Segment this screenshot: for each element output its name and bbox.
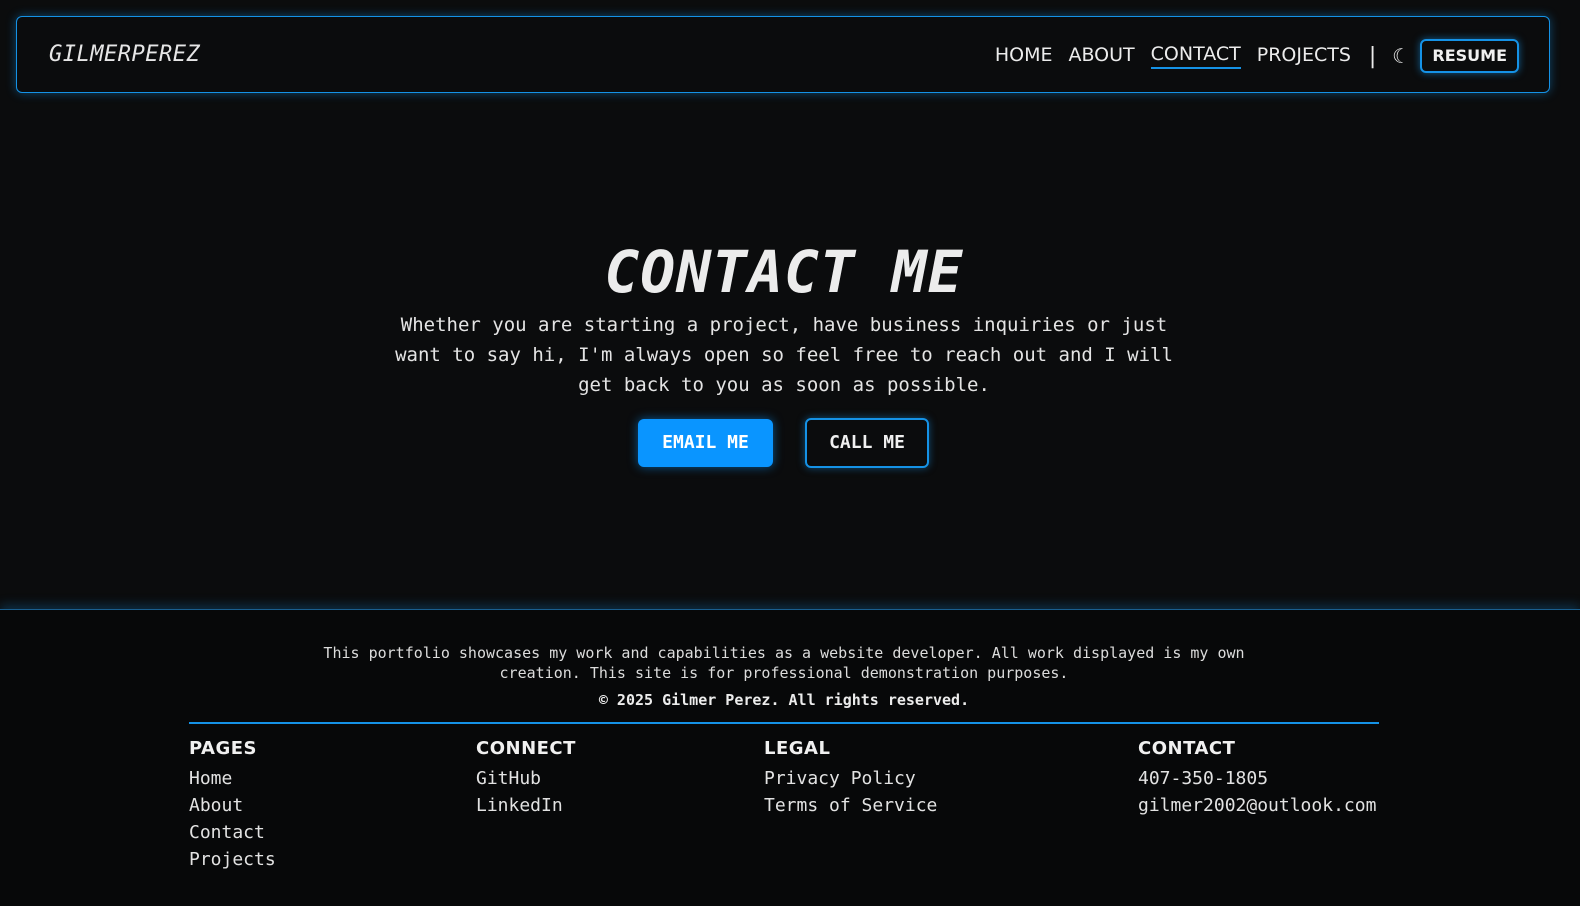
footer-link-terms-of-service[interactable]: Terms of Service <box>764 792 937 819</box>
nav-link-projects[interactable]: PROJECTS <box>1257 44 1351 68</box>
footer: This portfolio showcases my work and cap… <box>0 609 1580 906</box>
footer-link-privacy-policy[interactable]: Privacy Policy <box>764 765 937 792</box>
footer-phone-link[interactable]: 407-350-1805 <box>1138 765 1376 792</box>
footer-heading-connect: CONNECT <box>476 738 576 759</box>
footer-column-connect: CONNECT GitHub LinkedIn <box>476 738 576 819</box>
footer-email-link[interactable]: gilmer2002@outlook.com <box>1138 792 1376 819</box>
footer-heading-contact: CONTACT <box>1138 738 1236 759</box>
footer-link-contact[interactable]: Contact <box>189 819 276 846</box>
footer-link-home[interactable]: Home <box>189 765 276 792</box>
nav-links: HOME ABOUT CONTACT PROJECTS | ☾ RESUME <box>979 37 1519 75</box>
nav-link-home[interactable]: HOME <box>995 44 1053 68</box>
call-me-button[interactable]: CALL ME <box>805 418 929 468</box>
footer-copyright: © 2025 Gilmer Perez. All rights reserved… <box>598 691 970 709</box>
footer-link-projects[interactable]: Projects <box>189 846 276 873</box>
footer-link-linkedin[interactable]: LinkedIn <box>476 792 576 819</box>
footer-heading-pages: PAGES <box>189 738 258 759</box>
navbar: GILMERPEREZ HOME ABOUT CONTACT PROJECTS … <box>16 16 1550 93</box>
footer-link-github[interactable]: GitHub <box>476 765 576 792</box>
nav-link-contact[interactable]: CONTACT <box>1150 43 1241 69</box>
footer-column-pages: PAGES Home About Contact Projects <box>189 738 276 873</box>
footer-column-contact: CONTACT 407-350-1805 gilmer2002@outlook.… <box>1138 738 1376 819</box>
hero-description: Whether you are starting a project, have… <box>395 314 1173 396</box>
email-me-button[interactable]: EMAIL ME <box>638 419 773 467</box>
footer-link-about[interactable]: About <box>189 792 276 819</box>
page-title: CONTACT ME <box>604 238 964 306</box>
footer-divider <box>189 722 1379 724</box>
footer-disclaimer: This portfolio showcases my work and cap… <box>323 644 1245 682</box>
nav-link-about[interactable]: ABOUT <box>1068 44 1134 68</box>
footer-heading-legal: LEGAL <box>764 738 831 759</box>
footer-column-legal: LEGAL Privacy Policy Terms of Service <box>764 738 937 819</box>
moon-icon[interactable]: ☾ <box>1392 44 1404 68</box>
resume-button[interactable]: RESUME <box>1420 39 1519 73</box>
page: GILMERPEREZ HOME ABOUT CONTACT PROJECTS … <box>0 0 1580 906</box>
brand-logo[interactable]: GILMERPEREZ <box>49 42 200 67</box>
nav-separator: | <box>1368 43 1377 69</box>
